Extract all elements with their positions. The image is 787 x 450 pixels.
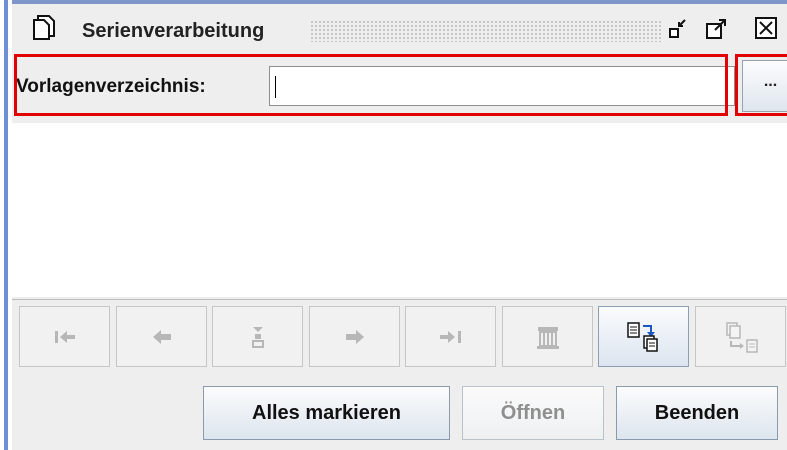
- open-button[interactable]: Öffnen: [462, 386, 604, 440]
- delete-icon: [536, 326, 559, 349]
- window-title: Serienverarbeitung: [82, 20, 265, 42]
- navigation-toolbar: [12, 299, 787, 372]
- tree-button[interactable]: [212, 306, 303, 367]
- maximize-icon[interactable]: [704, 16, 730, 42]
- import-documents-icon: [626, 321, 658, 352]
- documents-icon: [32, 14, 56, 40]
- close-icon[interactable]: [754, 16, 780, 42]
- first-icon: [54, 330, 75, 343]
- title-bar-grip: [310, 20, 662, 42]
- delete-button[interactable]: [502, 306, 593, 367]
- last-icon: [439, 330, 461, 343]
- export-documents-button[interactable]: [695, 306, 786, 367]
- last-button[interactable]: [405, 306, 496, 367]
- next-icon: [345, 329, 364, 344]
- tree-icon: [251, 326, 264, 348]
- export-documents-icon: [725, 321, 758, 353]
- previous-button[interactable]: [116, 306, 207, 367]
- title-bar[interactable]: Serienverarbeitung: [12, 0, 787, 52]
- minimize-icon[interactable]: [666, 16, 692, 42]
- document-list[interactable]: [12, 123, 787, 297]
- highlight-browse-button: [735, 54, 787, 116]
- next-button[interactable]: [309, 306, 400, 367]
- first-button[interactable]: [19, 306, 110, 367]
- window-left-border: [0, 0, 12, 450]
- highlight-directory-field: [14, 54, 728, 116]
- select-all-button[interactable]: Alles markieren: [203, 386, 450, 440]
- window: Serienverarbeitung Vorlagenverzeichnis:: [0, 0, 787, 450]
- import-documents-button[interactable]: [598, 306, 689, 367]
- previous-icon: [152, 329, 171, 344]
- close-button[interactable]: Beenden: [616, 386, 778, 440]
